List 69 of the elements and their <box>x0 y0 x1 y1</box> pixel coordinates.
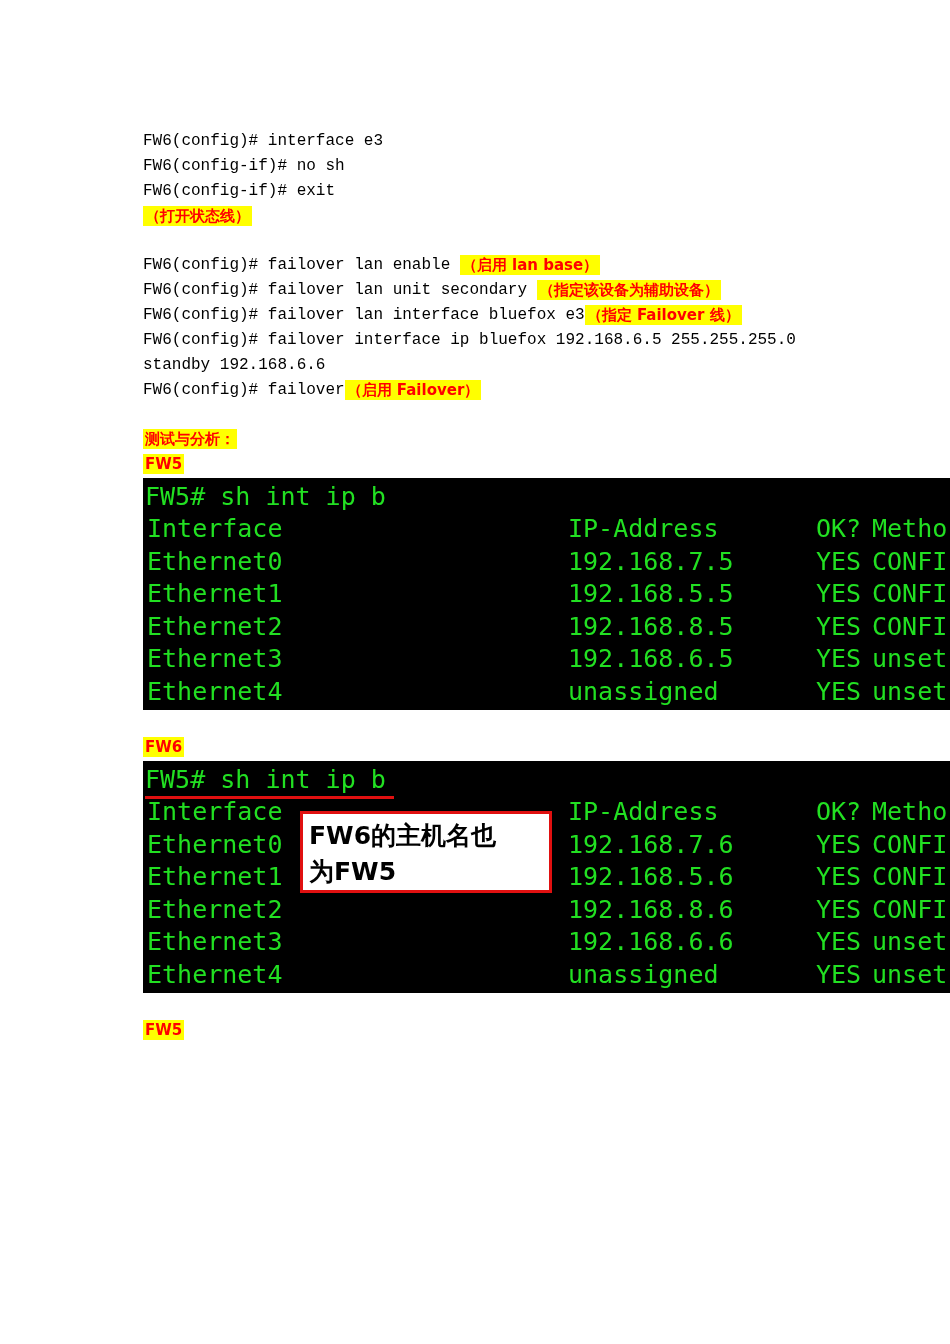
table-cell: YES <box>816 828 862 861</box>
annotation: （打开状态线） <box>143 205 252 226</box>
table-cell: unassigned <box>568 958 719 991</box>
callout: FW6的主机名也为FW5 <box>300 811 552 893</box>
table-cell: 192.168.7.6 <box>568 828 734 861</box>
column-header: Metho <box>872 513 948 545</box>
table-cell: Ethernet2 <box>147 893 283 926</box>
table-cell: CONFI <box>872 828 948 861</box>
table-cell: Ethernet4 <box>147 675 283 708</box>
terminal-prompt: FW5# sh int ip b <box>145 481 387 513</box>
table-cell-text: CONFI <box>872 578 948 610</box>
table-cell: 192.168.7.5 <box>568 545 734 578</box>
column-header: IP-Address <box>568 796 719 828</box>
command-line: FW6(config)# failover lan enable <box>143 255 452 274</box>
table-cell: unassigned <box>568 675 719 708</box>
command-line: FW6(config)# failover <box>143 380 345 399</box>
annotation: （启用 lan base） <box>459 254 601 275</box>
command-line: FW6(config)# failover interface ip bluefox 192.168.6.5 255.255.255.0 <box>143 330 796 349</box>
table-cell: CONFI <box>872 545 948 578</box>
table-cell: YES <box>816 610 862 643</box>
terminal-prompt: FW5# sh int ip b <box>145 764 394 799</box>
table-cell-text: unset <box>872 643 948 675</box>
table-cell: Ethernet0 <box>147 545 283 578</box>
command-line: FW6(config)# interface e3 <box>143 131 384 150</box>
table-cell-text: 192.168.5.5 <box>568 578 734 610</box>
table-cell-text: Ethernet1 <box>147 861 283 893</box>
table-cell: YES <box>816 675 862 708</box>
table-cell: Ethernet0 <box>147 828 283 861</box>
table-cell: Ethernet4 <box>147 958 283 991</box>
table-cell: YES <box>816 893 862 926</box>
table-cell: YES <box>816 545 862 578</box>
column-header: OK? <box>816 796 862 828</box>
table-cell: CONFI <box>872 610 948 643</box>
command-line: FW6(config)# failover lan interface bluefox e3 <box>143 305 585 324</box>
annotation: （指定 Failover 线） <box>584 304 742 325</box>
table-cell-text: Ethernet3 <box>147 926 283 958</box>
command-line: standby 192.168.6.6 <box>143 355 326 374</box>
table-cell-text: YES <box>816 578 862 610</box>
section-label: FW5 <box>143 453 185 474</box>
column-header: Metho <box>872 796 948 828</box>
table-cell: unset <box>872 958 948 991</box>
section-label: FW5 <box>143 1019 185 1040</box>
annotation: （指定该设备为辅助设备） <box>536 279 721 300</box>
table-cell-text: 192.168.6.6 <box>568 926 734 958</box>
table-cell: 192.168.8.6 <box>568 893 734 926</box>
table-cell-text: 192.168.5.6 <box>568 861 734 893</box>
command-line: FW6(config)# failover lan unit secondary <box>143 280 529 299</box>
column-header: OK? <box>816 513 862 545</box>
table-cell: 192.168.8.5 <box>568 610 734 643</box>
table-cell-text: 192.168.6.5 <box>568 643 734 675</box>
table-cell-text: Ethernet3 <box>147 643 283 675</box>
annotation: （启用 Failover） <box>344 379 482 400</box>
column-header: IP-Address <box>568 513 719 545</box>
column-header: Interface <box>147 796 283 828</box>
table-cell: CONFI <box>872 893 948 926</box>
table-cell-text: unset <box>872 926 948 958</box>
section-label: 测试与分析： <box>143 428 237 449</box>
command-line: FW6(config-if)# no sh <box>143 156 345 175</box>
table-cell: YES <box>816 958 862 991</box>
section-label: FW6 <box>143 736 185 757</box>
table-cell: Ethernet2 <box>147 610 283 643</box>
column-header: Interface <box>147 513 283 545</box>
table-cell-text: YES <box>816 643 862 675</box>
table-cell-text: Ethernet1 <box>147 578 283 610</box>
table-cell-text: CONFI <box>872 861 948 893</box>
table-cell: unset <box>872 675 948 708</box>
table-cell-text: YES <box>816 926 862 958</box>
command-line: FW6(config-if)# exit <box>143 181 336 200</box>
table-cell-text: YES <box>816 861 862 893</box>
